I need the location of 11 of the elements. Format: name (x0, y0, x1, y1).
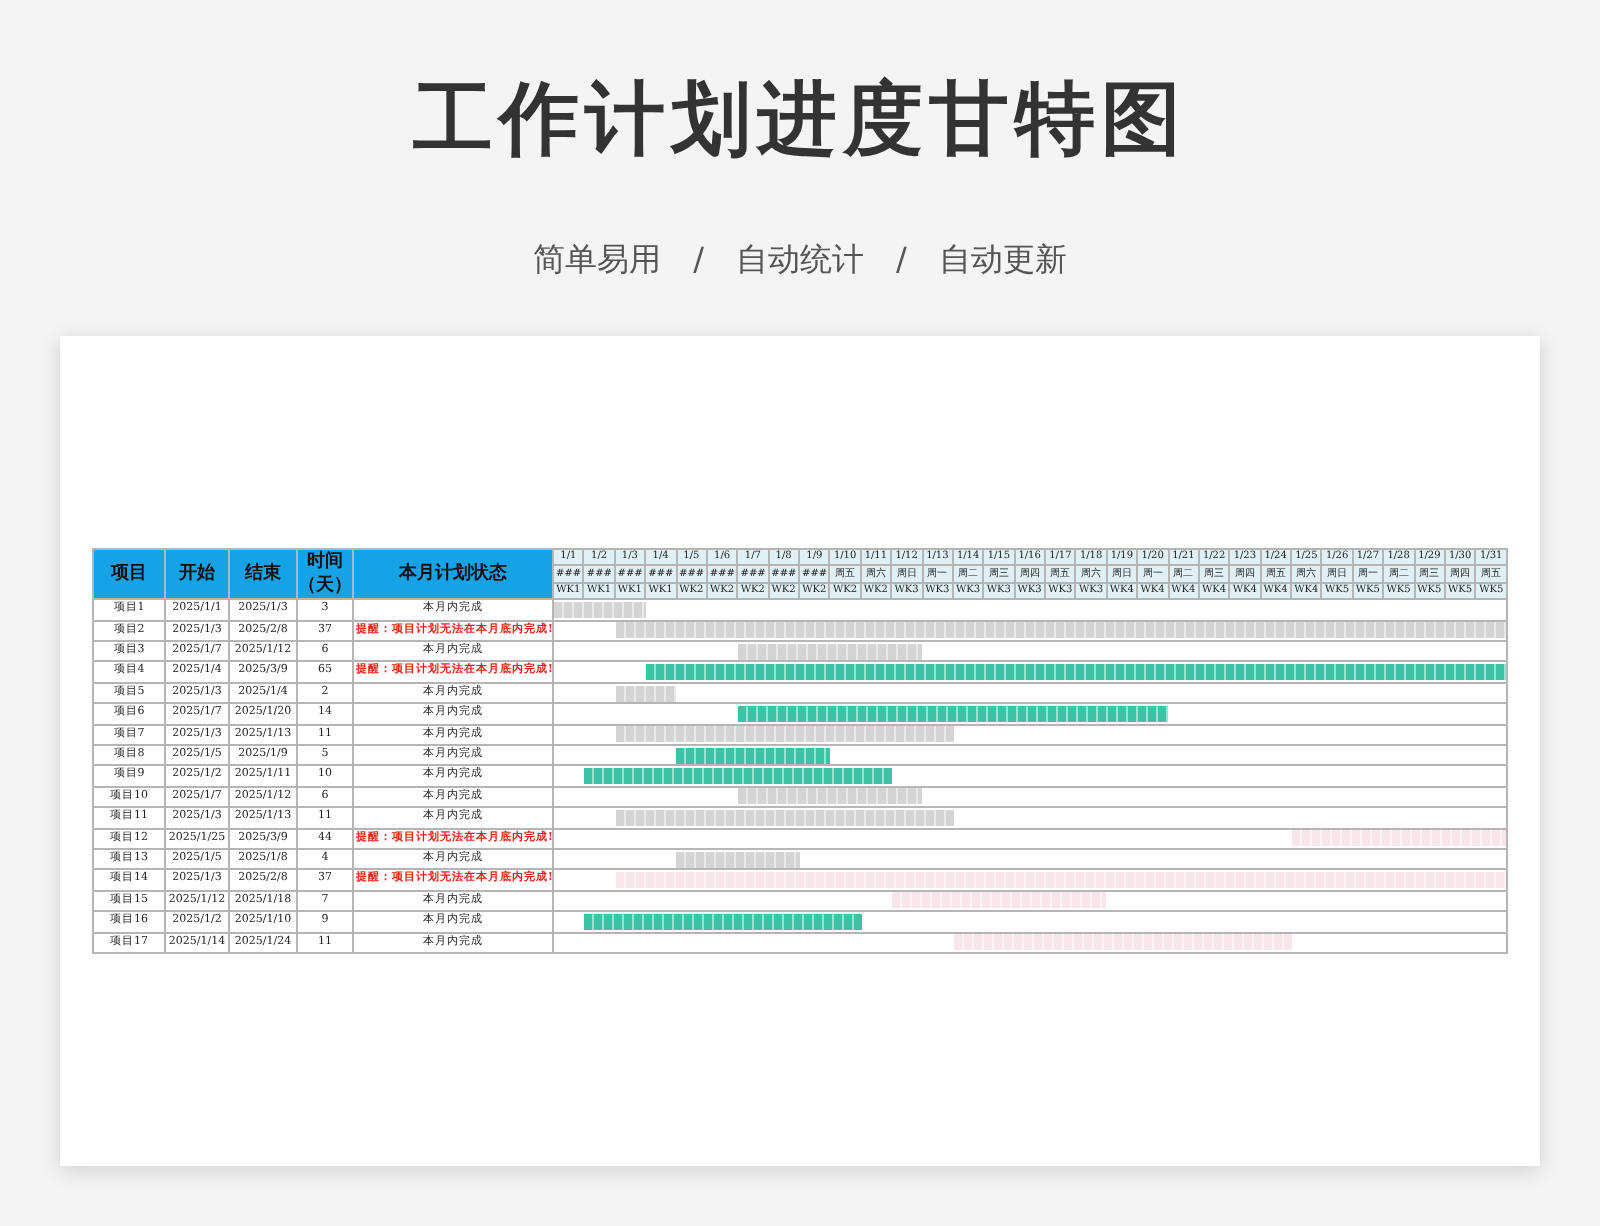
subtitle-text: 自动统计 (736, 238, 864, 282)
subtitle-text: 自动更新 (938, 238, 1067, 282)
column-header: 本月计划状态 (353, 549, 553, 600)
column-header: 开始 (165, 549, 229, 600)
subtitle-text: / (693, 238, 704, 282)
subtitle-text: 简单易用 (533, 238, 662, 282)
page-title: 工作计划进度甘特图 (413, 80, 1187, 160)
subtitle-text: / (896, 238, 907, 282)
column-header: 项目 (93, 549, 165, 600)
column-header: 结束 (229, 549, 297, 600)
column-header: 时间（天） (297, 549, 353, 600)
